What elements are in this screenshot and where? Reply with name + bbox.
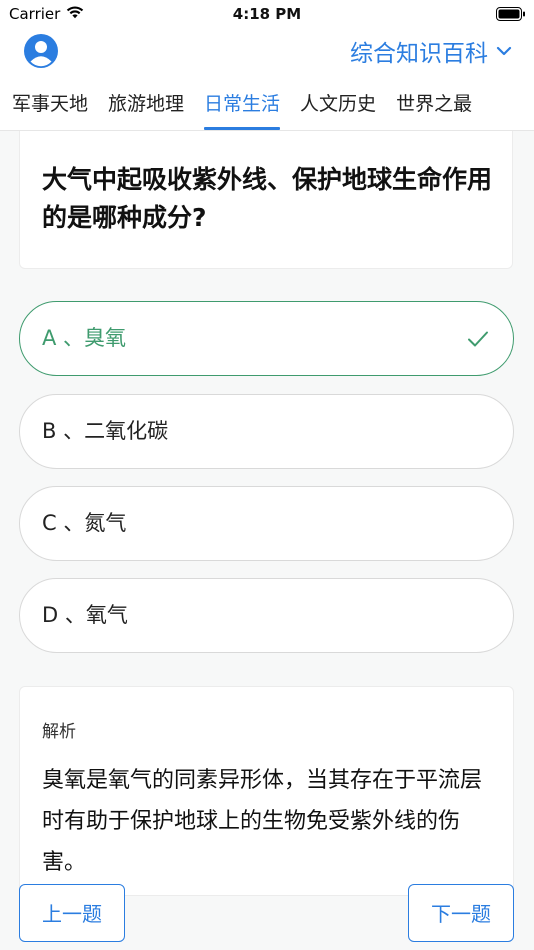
tab-history[interactable]: 人文历史: [290, 78, 386, 130]
option-d[interactable]: D 、氧气: [19, 578, 514, 653]
explanation-title: 解析: [42, 722, 76, 742]
option-b[interactable]: B 、二氧化碳: [19, 394, 514, 469]
option-label: B 、二氧化碳: [42, 419, 169, 443]
check-icon: [468, 331, 488, 347]
category-tabs: 军事天地 旅游地理 日常生活 人文历史 世界之最: [0, 78, 534, 131]
category-selector[interactable]: 综合知识百科: [350, 34, 512, 68]
question-card: 大气中起吸收紫外线、保护地球生命作用的是哪种成分?: [19, 131, 513, 269]
explanation-card: 解析 臭氧是氧气的同素异形体，当其存在于平流层时有助于保护地球上的生物免受紫外线…: [19, 686, 514, 896]
question-text: 大气中起吸收紫外线、保护地球生命作用的是哪种成分?: [42, 165, 493, 232]
status-time: 4:18 PM: [232, 5, 302, 23]
option-label: C 、氮气: [42, 511, 127, 535]
explanation-text: 臭氧是氧气的同素异形体，当其存在于平流层时有助于保护地球上的生物免受紫外线的伤害…: [42, 768, 483, 875]
option-label: D 、氧气: [42, 603, 128, 627]
tab-military[interactable]: 军事天地: [0, 78, 98, 130]
next-question-button[interactable]: 下一题: [408, 884, 514, 942]
user-avatar-icon[interactable]: [24, 34, 58, 68]
chevron-down-icon: [496, 46, 512, 56]
previous-question-button[interactable]: 上一题: [19, 884, 125, 942]
tab-daily-life[interactable]: 日常生活: [194, 78, 290, 130]
app-header: 综合知识百科: [0, 28, 534, 78]
category-label: 综合知识百科: [350, 41, 488, 67]
battery-icon: [496, 7, 525, 21]
option-a[interactable]: A 、臭氧: [19, 301, 514, 376]
status-bar: Carrier 4:18 PM: [0, 0, 534, 28]
option-c[interactable]: C 、氮气: [19, 486, 514, 561]
tab-travel-geography[interactable]: 旅游地理: [98, 78, 194, 130]
option-label: A 、臭氧: [42, 326, 127, 350]
tab-world-records[interactable]: 世界之最: [386, 78, 482, 130]
